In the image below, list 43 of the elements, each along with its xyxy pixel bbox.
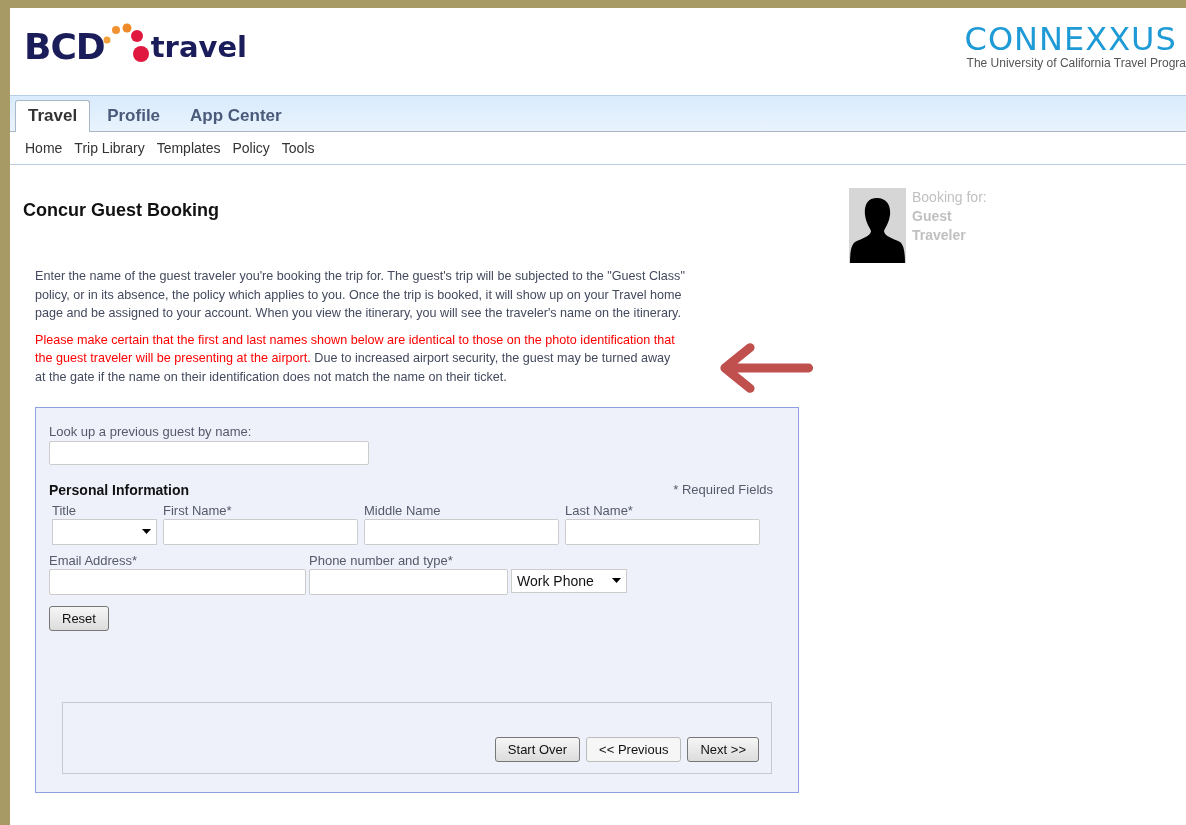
partner-logo: CONNEXXUS [964,22,1178,56]
name-field[interactable] [163,518,358,545]
subnav-link[interactable]: Tools [281,140,315,156]
phone-field[interactable] [309,568,508,595]
reset-button[interactable]: Reset [49,605,109,631]
field-label: Middle Name [364,502,442,518]
subnav-link[interactable]: Home [25,140,63,156]
field-label: Phone number and type* [309,552,454,568]
required-note: * Required Fields [673,481,773,498]
nav-tab[interactable]: Profile [94,100,174,132]
field-label: Title [52,502,78,518]
nav-button[interactable]: Next >> [687,736,759,762]
nav-button[interactable]: Start Over [494,736,581,762]
subnav-link[interactable]: Policy [232,140,270,156]
nav-tab[interactable]: Travel [15,100,91,132]
caret-icon [142,529,151,535]
partner-tagline: The University of California Travel Progra [965,56,1186,70]
dots-icon [102,21,149,63]
booking-for-label: Booking for: [912,188,987,207]
name-field[interactable] [364,518,559,545]
nav-tab[interactable]: App Center [177,100,295,132]
avatar-icon [849,188,906,263]
section-heading: Personal Information [49,481,190,498]
field-label: Last Name* [565,502,634,518]
brand-logo: BCD [24,27,105,67]
field-label: Look up a previous guest by name: [49,423,252,439]
arrow-icon [717,340,813,395]
name-field[interactable] [565,518,760,545]
guest-name: Guest [912,207,952,226]
phone-type-dropdown[interactable]: Work Phone [511,568,627,593]
title-dropdown[interactable] [52,518,157,545]
guest-name: Traveler [912,226,966,245]
guest-lookup-field[interactable] [49,440,369,465]
page-title: Concur Guest Booking [23,200,220,221]
intro-paragraph: Enter the name of the guest traveler you're booking the trip for. The guest's trip will be subjected to the "Guest Class" policy, or in its absence, the policy which applies to you. Once the trip is booked, it will show up on your Travel home page and be assigned to your account. When you view the itinerary, you will see the traveler's name on the itinerary. [35,268,686,323]
field-label: Email Address* [49,552,139,568]
field-label: First Name* [163,502,233,518]
brand-suffix: travel [150,29,247,66]
email-field[interactable] [49,568,306,595]
caret-icon [612,578,621,584]
subnav-link[interactable]: Trip Library [74,140,145,156]
subnav-link[interactable]: Templates [156,140,221,156]
warning-paragraph: Please make certain that the first and last names shown below are identical to those on the photo identification that the guest traveler will be presenting at the airport. Due to increased airport security, the guest may be turned away at the gate if the name on their identification does not match the name on their ticket. [35,331,676,386]
